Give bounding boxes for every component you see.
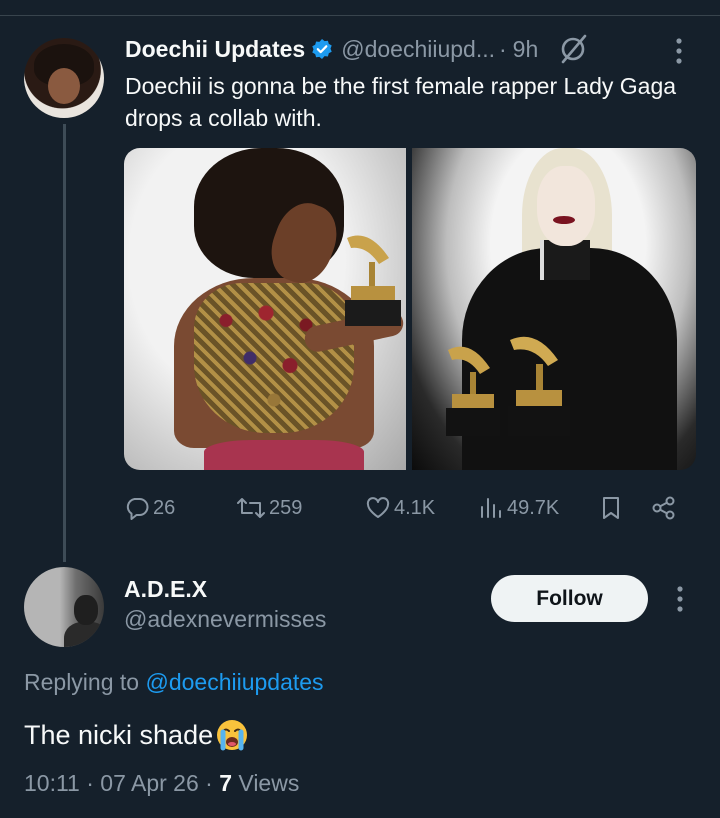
reply-button[interactable]: 26 bbox=[124, 490, 175, 526]
avatar[interactable] bbox=[24, 38, 104, 118]
reply-count: 26 bbox=[153, 496, 176, 519]
retweet-count: 259 bbox=[269, 496, 303, 519]
grammy-trophy-icon bbox=[339, 228, 405, 328]
thread-connector-line bbox=[63, 124, 66, 562]
follow-button[interactable]: Follow bbox=[491, 575, 648, 622]
bookmark-button[interactable] bbox=[598, 490, 627, 526]
separator-dot: · bbox=[499, 35, 507, 62]
reply-meta: 10:11 · 07 Apr 26 · 7 Views bbox=[24, 770, 299, 797]
tweet-media[interactable] bbox=[124, 148, 696, 470]
share-icon bbox=[652, 496, 675, 520]
replying-to-handle-link[interactable]: @doechiiupdates bbox=[145, 669, 323, 695]
loudly-crying-face-icon bbox=[215, 718, 249, 752]
verified-badge-icon bbox=[311, 38, 333, 60]
reply-text: The nicki shade bbox=[24, 718, 249, 752]
grammy-trophy-icon bbox=[442, 338, 504, 438]
author-name[interactable]: Doechii Updates bbox=[125, 36, 305, 63]
tweet-text: Doechii is gonna be the first female rap… bbox=[125, 73, 677, 131]
retweet-button[interactable]: 259 bbox=[236, 490, 302, 526]
like-button[interactable]: 4.1K bbox=[365, 490, 435, 526]
bookmark-icon bbox=[603, 497, 619, 519]
grammy-trophy-icon bbox=[504, 328, 574, 438]
photo-doechii[interactable] bbox=[124, 148, 406, 470]
author-handle[interactable]: @adexnevermisses bbox=[124, 606, 326, 633]
grok-icon[interactable] bbox=[556, 32, 590, 66]
more-options-icon[interactable] bbox=[672, 36, 686, 66]
jeweled-top bbox=[194, 283, 354, 433]
retweet-icon bbox=[237, 498, 265, 518]
top-divider bbox=[0, 15, 720, 16]
tweet-header: Doechii Updates @doechiiupd... · 9h bbox=[125, 34, 590, 64]
reply-icon bbox=[126, 498, 149, 520]
replying-to: Replying to @doechiiupdates bbox=[24, 669, 324, 696]
reply-timestamp[interactable]: 10:11 · 07 Apr 26 · bbox=[24, 770, 213, 796]
reply-text-content: The nicki shade bbox=[24, 719, 214, 750]
author-handle[interactable]: @doechiiupd... bbox=[341, 36, 495, 63]
replying-prefix: Replying to bbox=[24, 669, 140, 695]
avatar[interactable] bbox=[24, 567, 104, 647]
reply-views-count: 7 bbox=[219, 770, 232, 796]
views-count: 49.7K bbox=[507, 496, 560, 519]
like-count: 4.1K bbox=[394, 496, 436, 519]
tweet-actions: 26 259 4.1K 49.7K bbox=[124, 490, 684, 526]
author-name[interactable]: A.D.E.X bbox=[124, 576, 207, 603]
more-options-icon[interactable] bbox=[673, 584, 687, 614]
views-button[interactable]: 49.7K bbox=[478, 490, 559, 526]
photo-lady-gaga[interactable] bbox=[412, 148, 696, 470]
reply-views-label: Views bbox=[238, 770, 300, 796]
views-icon bbox=[481, 498, 501, 518]
share-button[interactable] bbox=[651, 490, 680, 526]
heart-icon bbox=[366, 497, 390, 518]
tweet-time[interactable]: 9h bbox=[513, 36, 539, 63]
